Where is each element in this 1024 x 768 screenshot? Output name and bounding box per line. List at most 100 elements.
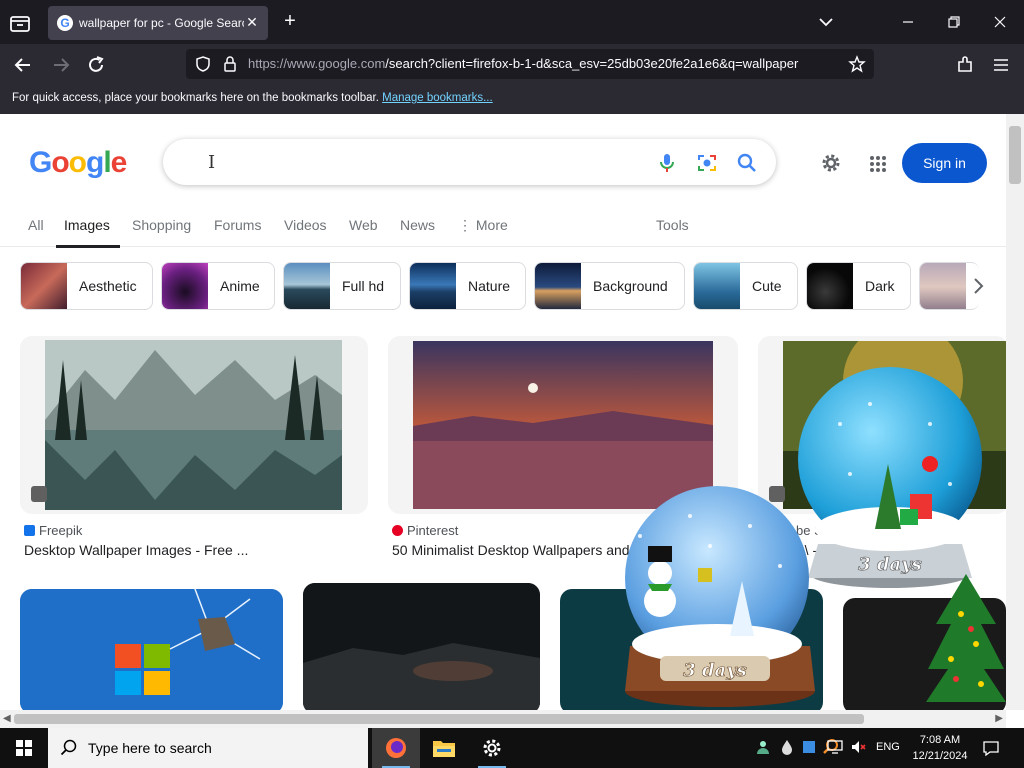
list-all-tabs-icon[interactable] <box>8 12 32 34</box>
pinterest-favicon-icon <box>392 525 403 536</box>
tab-more[interactable]: ⋮ More <box>458 217 508 234</box>
hamburger-menu-icon[interactable] <box>990 54 1012 76</box>
clock-time: 7:08 AM <box>919 734 961 746</box>
chip-label: Background <box>593 278 668 294</box>
chip-thumbnail <box>284 263 330 309</box>
input-language[interactable]: ENG <box>876 741 900 753</box>
manage-bookmarks-link[interactable]: Manage bookmarks... <box>382 92 493 104</box>
result-title-1[interactable]: Desktop Wallpaper Images - Free ... <box>24 542 354 558</box>
christmas-tree-overlay[interactable] <box>926 574 1006 710</box>
people-icon[interactable] <box>754 738 772 756</box>
days-label-right: 3 days <box>858 554 922 575</box>
snow-globe-overlay-left[interactable]: 3 days <box>610 486 825 710</box>
search-box[interactable]: I <box>163 139 776 185</box>
microphone-icon[interactable] <box>656 152 678 174</box>
tab-close-icon[interactable]: ✕ <box>244 14 260 31</box>
restore-icon[interactable] <box>944 12 964 32</box>
tab-title: wallpaper for pc - Google Search <box>79 16 244 30</box>
url-path: /search?client=firefox-b-1-d&sca_esv=25d… <box>385 56 799 71</box>
minimalist-sunset-image <box>413 341 713 509</box>
network-icon[interactable] <box>826 738 844 756</box>
dark-night-image <box>303 583 540 710</box>
taskbar-firefox[interactable] <box>372 728 420 768</box>
url-bar[interactable]: https://www.google.com/search?client=fir… <box>186 49 874 79</box>
extensions-icon[interactable] <box>954 54 976 76</box>
lens-camera-icon[interactable] <box>696 152 718 174</box>
refinement-chips: Aesthetic Anime Full hd Nature Backgroun… <box>0 262 1006 310</box>
minimize-icon[interactable] <box>898 12 918 32</box>
image-type-icon <box>31 486 47 502</box>
browser-tab[interactable]: G wallpaper for pc - Google Search ✕ <box>48 6 268 40</box>
droplet-icon[interactable] <box>778 738 796 756</box>
forward-arrow-icon[interactable] <box>50 54 72 76</box>
tab-news[interactable]: News <box>400 217 435 233</box>
app-tray-icon[interactable] <box>800 738 818 756</box>
chip-nature[interactable]: Nature <box>409 262 526 310</box>
taskbar-search-box[interactable]: Type here to search <box>48 728 368 768</box>
google-favicon-icon: G <box>57 15 73 31</box>
chip-dark[interactable]: Dark <box>806 262 911 310</box>
chip-label: Full hd <box>342 278 385 294</box>
tab-forums[interactable]: Forums <box>214 217 261 233</box>
star-bookmark-icon[interactable] <box>848 55 866 73</box>
horizontal-scrollbar[interactable]: ◀ ▶ <box>0 710 1006 728</box>
mountain-lake-image <box>45 340 342 510</box>
scroll-left-icon[interactable]: ◀ <box>3 713 11 724</box>
notification-icon[interactable] <box>982 739 1000 757</box>
taskbar-settings[interactable] <box>468 728 516 768</box>
chevron-down-icon[interactable] <box>816 12 836 32</box>
gear-icon <box>483 739 501 757</box>
search-icon <box>60 739 77 756</box>
chip-thumbnail <box>694 263 740 309</box>
gear-icon[interactable] <box>820 152 842 174</box>
tab-web[interactable]: Web <box>349 217 378 233</box>
chip-thumbnail <box>162 263 208 309</box>
tab-tools[interactable]: Tools <box>656 217 689 233</box>
chip-thumbnail <box>535 263 581 309</box>
result-source-2[interactable]: Pinterest <box>392 523 458 538</box>
chip-cute[interactable]: Cute <box>693 262 798 310</box>
chip-aesthetic[interactable]: Aesthetic <box>20 262 153 310</box>
taskbar-file-explorer[interactable] <box>420 728 468 768</box>
result-image-4[interactable] <box>20 589 283 710</box>
apps-grid-icon[interactable] <box>868 154 888 174</box>
tab-all[interactable]: All <box>28 217 44 233</box>
result-title-2[interactable]: 50 Minimalist Desktop Wallpapers and <box>392 542 632 558</box>
tab-shopping[interactable]: Shopping <box>132 217 191 233</box>
chip-label: Dark <box>865 278 895 294</box>
result-image-1[interactable] <box>20 336 368 514</box>
vertical-scrollbar[interactable] <box>1006 114 1024 710</box>
scroll-thumb[interactable] <box>1009 126 1021 184</box>
search-type-tabs: All Images Shopping Forums Videos Web Ne… <box>0 210 1006 247</box>
shield-icon[interactable] <box>194 55 212 73</box>
taskbar-search-placeholder: Type here to search <box>88 740 212 756</box>
new-tab-button[interactable]: + <box>280 10 300 33</box>
chip-background[interactable]: Background <box>534 262 685 310</box>
url-text[interactable]: https://www.google.com/search?client=fir… <box>248 56 840 71</box>
chip-thumbnail <box>410 263 456 309</box>
chip-full-hd[interactable]: Full hd <box>283 262 401 310</box>
scroll-thumb[interactable] <box>14 714 864 724</box>
chevron-right-icon[interactable] <box>966 274 990 298</box>
result-source-1[interactable]: Freepik <box>24 523 82 538</box>
chip-anime[interactable]: Anime <box>161 262 275 310</box>
windows-taskbar: Type here to search ENG 7:08 AM 12/21/20… <box>0 728 1024 768</box>
windows-cracked-image <box>20 589 283 710</box>
volume-muted-icon[interactable] <box>850 738 868 756</box>
clock-date: 12/21/2024 <box>912 750 968 762</box>
chip-thumbnail <box>21 263 67 309</box>
windows-start-icon[interactable] <box>0 728 48 768</box>
taskbar-clock[interactable]: 7:08 AM 12/21/2024 <box>908 732 972 764</box>
search-icon[interactable] <box>736 152 758 174</box>
google-doodle-logo[interactable]: Google <box>29 146 127 180</box>
browser-tab-bar: G wallpaper for pc - Google Search ✕ + <box>0 0 1024 44</box>
reload-icon[interactable] <box>85 54 107 76</box>
close-window-icon[interactable] <box>990 12 1010 32</box>
tab-images[interactable]: Images <box>64 217 110 233</box>
back-arrow-icon[interactable] <box>12 54 34 76</box>
lock-icon[interactable] <box>222 55 238 73</box>
scroll-right-icon[interactable]: ▶ <box>995 713 1003 724</box>
result-image-5[interactable] <box>303 583 540 710</box>
sign-in-button[interactable]: Sign in <box>902 143 987 183</box>
tab-videos[interactable]: Videos <box>284 217 327 233</box>
